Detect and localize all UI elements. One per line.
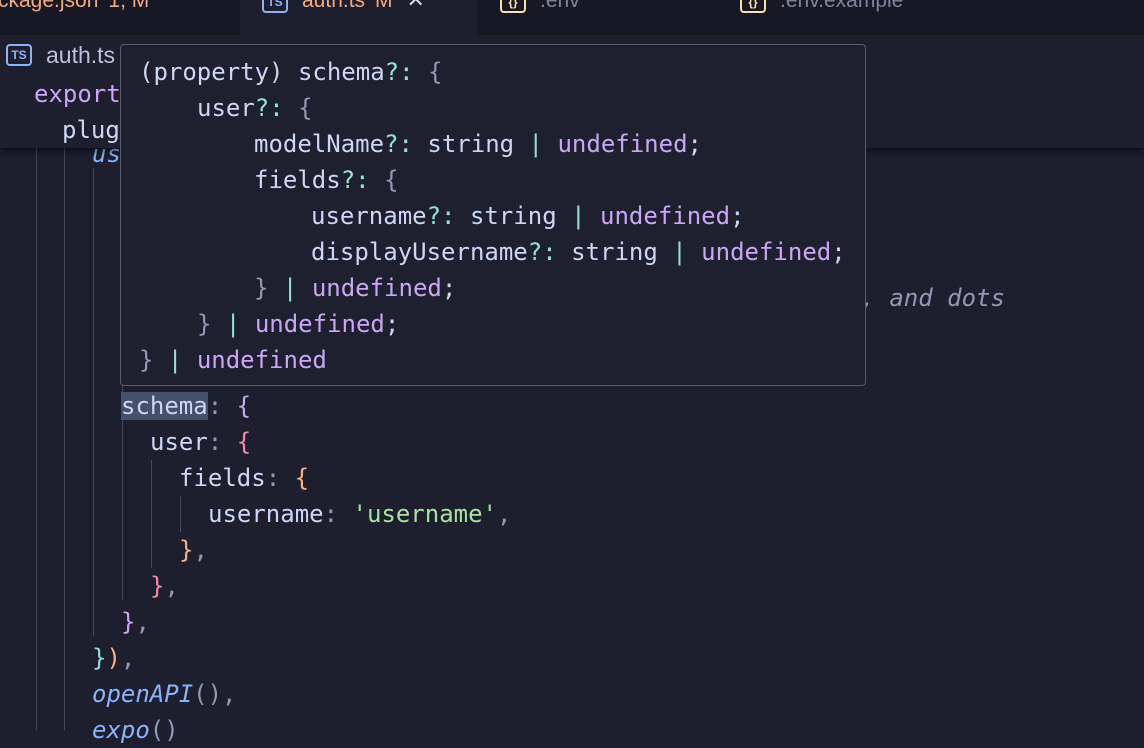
code-line: }), <box>92 644 136 672</box>
indent-guide <box>180 496 181 532</box>
tooltip-line: } | undefined; <box>254 274 457 302</box>
code-line: fields: { <box>179 464 310 492</box>
code-line: schema: { <box>121 392 252 420</box>
indent-guide <box>93 168 94 636</box>
tooltip-line: displayUsername?: string | undefined; <box>311 238 846 266</box>
sticky-line[interactable]: plug <box>62 112 120 148</box>
tooltip-line: username?: string | undefined; <box>311 202 745 230</box>
hover-tooltip: (property) schema?: { user?: { modelName… <box>120 44 866 386</box>
code-line: }, <box>121 608 150 636</box>
code-line: user: { <box>150 428 252 456</box>
tooltip-line: } | undefined <box>139 346 327 374</box>
code-line: username: 'username', <box>208 500 512 528</box>
selected-word: schema <box>121 392 208 420</box>
tooltip-line: (property) schema?: { <box>139 58 443 86</box>
tooltip-line: } | undefined; <box>197 310 400 338</box>
tooltip-line: user?: { <box>197 94 313 122</box>
code-line: }, <box>179 536 208 564</box>
sticky-line[interactable]: export <box>34 76 121 112</box>
indent-guide <box>151 460 152 568</box>
code-line: }, <box>150 572 179 600</box>
indent-guide <box>64 148 65 730</box>
code-line: openAPI(), <box>92 680 237 708</box>
tooltip-line: fields?: { <box>254 166 399 194</box>
indent-guide <box>36 148 37 730</box>
code-line: expo() <box>92 716 179 744</box>
tooltip-line: modelName?: string | undefined; <box>254 130 702 158</box>
code-line: s, and dots <box>846 284 1005 312</box>
